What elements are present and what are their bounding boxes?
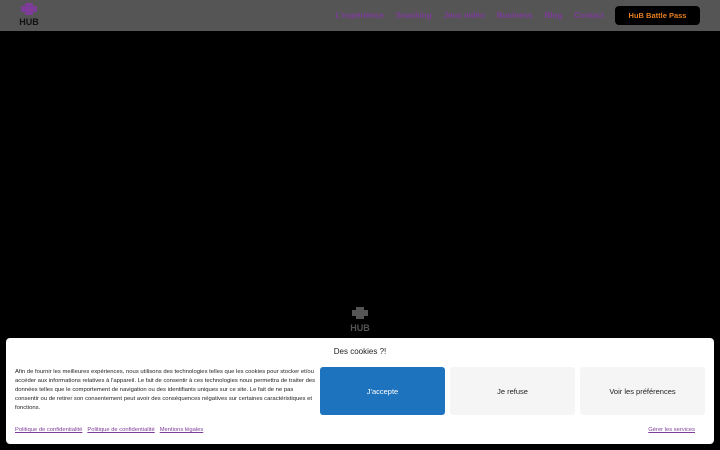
manage-services-link[interactable]: Gérer les services bbox=[648, 427, 695, 433]
hub-loading-logo: HUB bbox=[350, 307, 370, 333]
site-header: HUB L'expérience Snacking Jeux vidéo Bus… bbox=[0, 0, 720, 31]
nav-item-blog[interactable]: Blog bbox=[544, 11, 562, 20]
refuse-button[interactable]: Je refuse bbox=[450, 367, 575, 415]
hub-logo[interactable]: HUB bbox=[16, 3, 42, 29]
nav-item-contact[interactable]: Contact bbox=[574, 11, 604, 20]
cookie-description: Afin de fournir les meilleures expérienc… bbox=[15, 369, 316, 412]
legal-notice-link[interactable]: Mentions légales bbox=[160, 427, 204, 433]
privacy-policy-link[interactable]: Politique de confidentialité bbox=[15, 427, 82, 433]
nav-item-experience[interactable]: L'expérience bbox=[335, 11, 384, 20]
policy-links: Politique de confidentialité Politique d… bbox=[15, 427, 208, 433]
svg-text:HUB: HUB bbox=[19, 17, 39, 27]
svg-text:HUB: HUB bbox=[350, 323, 370, 333]
accept-button[interactable]: J'accepte bbox=[320, 367, 445, 415]
preferences-button[interactable]: Voir les préférences bbox=[580, 367, 705, 415]
nav-item-business[interactable]: Business bbox=[497, 11, 533, 20]
privacy-policy-link-2[interactable]: Politique de confidentialité bbox=[87, 427, 154, 433]
cookie-title: Des cookies ?! bbox=[333, 347, 387, 356]
nav-item-snacking[interactable]: Snacking bbox=[396, 11, 432, 20]
cookie-banner: Des cookies ?! Afin de fournir les meill… bbox=[6, 338, 714, 444]
hero-section bbox=[0, 31, 720, 351]
nav-item-jeux-video[interactable]: Jeux vidéo bbox=[444, 11, 485, 20]
battle-pass-button[interactable]: HuB Battle Pass bbox=[615, 6, 700, 25]
main-nav: L'expérience Snacking Jeux vidéo Busines… bbox=[323, 0, 604, 31]
